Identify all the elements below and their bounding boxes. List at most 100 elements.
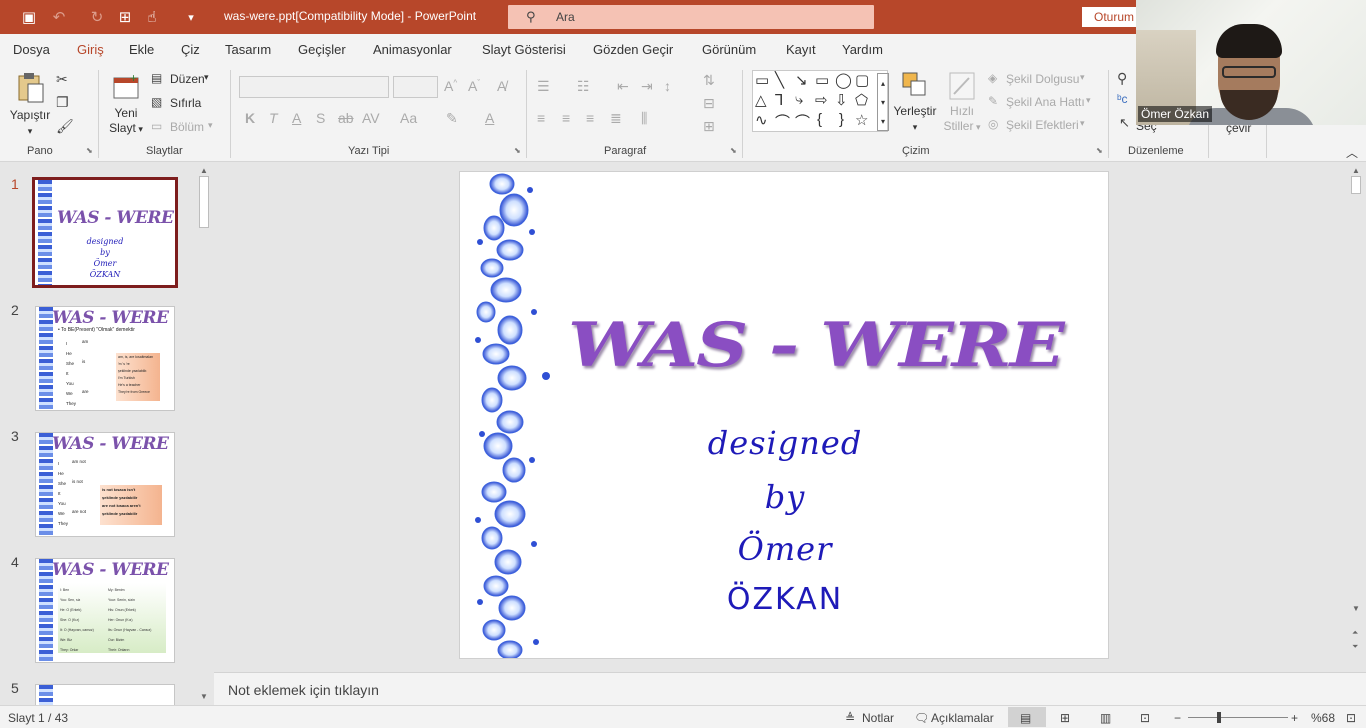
thumbnail-scrollbar[interactable]: ▲ ▼ [196,162,212,705]
next-slide-icon[interactable]: ⏷ [1352,642,1358,652]
line-shape-icon[interactable]: ╲ [775,71,784,89]
fit-to-window-icon[interactable]: ⊡ [1346,711,1356,725]
tab-kayit[interactable]: Kayıt [786,42,816,57]
shapes-more-icon[interactable]: ▴ ▾ ▾ [877,73,889,131]
arrange-button[interactable]: Yerleştir ▾ [892,70,938,135]
bold-icon[interactable]: K [245,110,255,126]
tab-tasarim[interactable]: Tasarım [225,42,271,57]
previous-slide-icon[interactable]: ⏶ [1352,628,1358,638]
cut-icon[interactable]: ✂ [56,71,68,88]
reset-button[interactable]: Sıfırla [170,96,201,110]
zoom-out-icon[interactable]: − [1174,711,1181,725]
save-icon[interactable]: ▣ [14,0,44,34]
search-box[interactable]: ⚲ [508,5,874,29]
zoom-slider[interactable] [1188,717,1288,718]
slide-title[interactable]: WAS - WERE [568,308,1108,380]
slide-thumbnail-4[interactable]: WAS - WERE I: Ben You: Sen, siz He: O (E… [35,558,175,663]
shape-effects-button[interactable]: Şekil Efektleri [1006,118,1079,132]
slide-thumbnail-2[interactable]: WAS - WERE • To BE(Present) "Olmak" deme… [35,306,175,411]
shape-fill-button[interactable]: Şekil Dolgusu [1006,72,1079,86]
right-arrow-shape-icon[interactable]: ⇨ [815,91,828,109]
slide-scrollbar[interactable]: ▲ ▼ ⏶ ⏷ [1348,162,1364,672]
slide-text-last-name[interactable]: ÖZKAN [660,582,910,617]
rectangle-shape-icon[interactable]: ▭ [815,71,829,89]
paragraph-launcher-icon[interactable]: ⬊ [730,146,737,155]
new-slide-button[interactable]: + Yeni Slayt ▾ [104,71,148,137]
zoom-level[interactable]: %68 [1311,711,1335,725]
tab-dosya[interactable]: Dosya [13,42,50,57]
undo-icon[interactable]: ↶ [44,0,74,34]
touch-mode-icon[interactable]: ☝ [137,0,167,34]
replace-icon[interactable]: ᵇc [1117,92,1128,106]
triangle-shape-icon[interactable]: △ [755,91,767,109]
current-slide[interactable]: WAS - WERE designed by Ömer ÖZKAN [459,171,1109,659]
customize-toolbar-icon[interactable]: ▾ [176,0,206,34]
quick-styles-button[interactable]: Hızlı Stiller ▾ [940,70,984,135]
normal-view-icon[interactable]: ▤ [1020,711,1031,725]
slideshow-view-icon[interactable]: ⊡ [1140,711,1150,725]
elbow-connector-icon[interactable]: ⅂ [775,91,783,109]
slide-text-by[interactable]: by [660,478,910,516]
slide-sorter-icon[interactable]: ⊞ [1060,711,1070,725]
notes-button[interactable]: Notlar [862,711,894,725]
smartart-icon[interactable]: ⊞ [703,118,715,135]
signin-button[interactable]: Oturum [1082,7,1142,27]
right-brace-icon[interactable]: } [839,111,844,128]
align-text-icon[interactable]: ⊟ [703,95,715,112]
copy-icon[interactable]: ❐ [56,94,69,111]
comments-button[interactable]: Açıklamalar [931,711,994,725]
strikethrough-icon[interactable]: ab [338,110,354,126]
tab-animasyonlar[interactable]: Animasyonlar [373,42,452,57]
font-launcher-icon[interactable]: ⬊ [514,146,521,155]
increase-font-icon[interactable]: A^ [444,78,457,94]
underline-icon[interactable]: A [292,110,301,126]
align-center-icon[interactable]: ≡ [562,110,570,126]
drawing-launcher-icon[interactable]: ⬊ [1096,146,1103,155]
text-direction-icon[interactable]: ⇅ [703,72,715,89]
font-size-select[interactable] [393,76,438,98]
notes-pane[interactable]: Not eklemek için tıklayın [214,672,1366,705]
tab-ekle[interactable]: Ekle [129,42,154,57]
redo-icon[interactable]: ↻ [82,0,112,34]
numbering-icon[interactable]: ☷ [577,78,590,95]
tab-gozden-gecir[interactable]: Gözden Geçir [593,42,673,57]
search-input[interactable] [556,10,856,24]
align-right-icon[interactable]: ≡ [586,110,594,126]
down-arrow-shape-icon[interactable]: ⇩ [835,91,848,109]
rounded-rect-shape-icon[interactable]: ▢ [855,71,869,89]
font-family-select[interactable] [239,76,389,98]
select-icon[interactable]: ↖ [1119,115,1130,131]
line-spacing-icon[interactable]: ↕ [664,78,671,94]
slide-thumbnail-1[interactable]: WAS - WERE designed by Ömer ÖZKAN [32,177,178,288]
arc-shape-icon[interactable]: ⌒ [795,111,810,132]
tab-gorunum[interactable]: Görünüm [702,42,756,57]
tab-slayt-gosterisi[interactable]: Slayt Gösterisi [482,42,566,57]
textbox-shape-icon[interactable]: ▭ [755,71,769,89]
highlight-icon[interactable]: ✎ [446,110,458,127]
bullets-icon[interactable]: ☰ [537,78,550,95]
change-case-icon[interactable]: Aa [400,110,417,126]
pentagon-shape-icon[interactable]: ⬠ [855,91,868,109]
slide-thumbnail-3[interactable]: WAS - WERE I He She It You We They am no… [35,432,175,537]
paste-button[interactable]: Yapıştır ▾ [8,72,52,139]
zoom-in-icon[interactable]: + [1291,711,1298,725]
layout-button[interactable]: Düzen [170,72,205,86]
notes-placeholder[interactable]: Not eklemek için tıklayın [228,682,379,698]
format-painter-icon[interactable]: 🖌 [56,118,74,135]
zoom-slider-handle[interactable] [1217,712,1221,723]
shapes-gallery[interactable]: ▭ ╲ ↘ ▭ ◯ ▢ △ ⅂ ⤷ ⇨ ⇩ ⬠ ∿ ⌒ ⌒ { } ☆ ▴ ▾ ▾ [752,70,889,132]
decrease-font-icon[interactable]: Aˇ [468,78,480,94]
freeform-shape-icon[interactable]: ∿ [755,111,768,129]
pano-launcher-icon[interactable]: ⬊ [86,146,93,155]
char-spacing-icon[interactable]: AV [362,110,380,126]
oval-shape-icon[interactable]: ◯ [835,71,852,89]
shape-outline-button[interactable]: Şekil Ana Hattı [1006,95,1085,109]
font-color-icon[interactable]: A [485,110,494,126]
star-shape-icon[interactable]: ☆ [855,111,868,129]
clear-format-icon[interactable]: A̸ [497,78,506,94]
justify-icon[interactable]: ≣ [610,110,622,127]
section-button[interactable]: Bölüm [170,120,204,134]
tab-giris[interactable]: Giriş [77,42,104,69]
reading-view-icon[interactable]: ▥ [1100,711,1111,725]
curve-shape-icon[interactable]: ⌒ [775,111,790,132]
